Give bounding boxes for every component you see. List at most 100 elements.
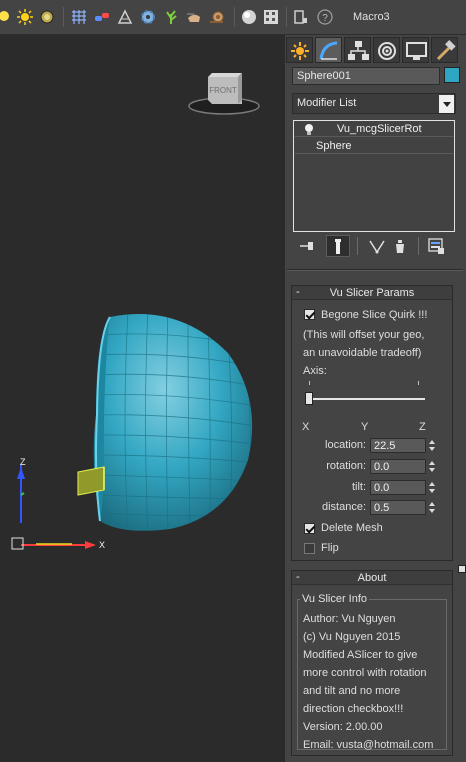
stack-item-sphere[interactable]: Sphere [295, 138, 453, 154]
main-toolbar: ? Macro3 [0, 0, 466, 35]
lightbulb-icon[interactable] [301, 122, 317, 138]
axis-slider-thumb[interactable] [305, 392, 313, 405]
modifier-list-dropdown[interactable]: Modifier List [292, 93, 456, 114]
slicer-gizmo[interactable] [77, 466, 105, 496]
location-label: location: [325, 439, 366, 451]
begone-checkbox[interactable] [304, 309, 315, 320]
link-chain-icon[interactable] [93, 8, 111, 26]
about-line: more control with rotation [303, 667, 427, 679]
create-icon [291, 42, 309, 60]
viewcube-label: FRONT [209, 86, 237, 95]
remove-modifier-icon[interactable] [391, 237, 409, 255]
about-line: Version: 2.00.00 [303, 721, 383, 733]
viewport-canvas[interactable]: FRONT Z X [0, 35, 285, 762]
show-end-result-button[interactable] [326, 235, 350, 257]
chevron-down-icon[interactable] [439, 95, 454, 113]
about-line: Modified ASlicer to give [303, 649, 418, 661]
axis-slider-track[interactable] [305, 398, 425, 400]
slider-tick [418, 381, 419, 385]
location-spinner[interactable]: 22.5 [370, 438, 426, 453]
material-sphere-icon[interactable] [38, 8, 56, 26]
button-separator [357, 237, 358, 255]
sliced-sphere[interactable] [93, 307, 262, 535]
tilt-label: tilt: [351, 481, 366, 493]
vu-slicer-params-rollout: - Vu Slicer Params Begone Slice Quirk !!… [291, 285, 453, 561]
gear-icon[interactable] [139, 8, 157, 26]
rotation-spinner[interactable]: 0.0 [370, 459, 426, 474]
rotation-spinner-arrows[interactable] [428, 459, 437, 474]
help-icon[interactable]: ? [316, 8, 334, 26]
modifier-list-label: Modifier List [297, 97, 357, 109]
axis-x-tick: X [302, 421, 310, 433]
about-line: and tilt and no more [303, 685, 401, 697]
object-color-swatch[interactable] [444, 67, 460, 83]
group-title: Vu Slicer Info [300, 593, 370, 605]
helper-bulb-icon[interactable] [0, 8, 14, 26]
rollout-title: About [357, 572, 387, 584]
delete-mesh-label: Delete Mesh [321, 522, 383, 534]
rollout-title: Vu Slicer Params [329, 287, 415, 299]
command-panel: Sphere001 Modifier List Vu_mcgSlicerRot … [285, 35, 466, 762]
render-grid-icon[interactable] [262, 8, 280, 26]
about-line: Email: vusta@hotmail.com [303, 739, 434, 751]
stack-item-slicer[interactable]: Vu_mcgSlicerRot [295, 121, 453, 137]
utilities-tab[interactable] [431, 37, 458, 63]
about-line: (c) Vu Nguyen 2015 [303, 631, 401, 643]
make-unique-icon[interactable] [368, 237, 386, 255]
snail-icon[interactable] [208, 8, 226, 26]
display-tab[interactable] [402, 37, 429, 63]
object-name-field[interactable]: Sphere001 [292, 67, 440, 85]
sun-light-icon[interactable] [16, 8, 34, 26]
rollout-header[interactable]: - Vu Slicer Params [292, 286, 452, 300]
hand-icon[interactable] [185, 8, 203, 26]
axis-x-label: X [99, 540, 105, 550]
utilities-icon [436, 40, 456, 61]
bone-icon[interactable] [116, 8, 134, 26]
about-line: direction checkbox!!! [303, 703, 404, 715]
pin-stack-icon[interactable] [298, 237, 316, 255]
flip-label: Flip [321, 542, 339, 554]
distance-spinner[interactable]: 0.5 [370, 500, 426, 515]
object-name-value: Sphere001 [297, 70, 351, 82]
display-icon [406, 42, 427, 60]
flip-checkbox[interactable] [304, 543, 315, 554]
delete-mesh-checkbox[interactable] [304, 523, 315, 534]
axis-label: Axis: [303, 365, 327, 377]
slider-tick [309, 381, 310, 385]
toolbar-separator [63, 7, 64, 27]
rotation-label: rotation: [326, 460, 366, 472]
layer-stack-icon[interactable] [292, 8, 310, 26]
perspective-viewport[interactable]: FRONT Z X [0, 35, 285, 762]
svg-text:?: ? [322, 13, 328, 24]
modifier-stack[interactable]: Vu_mcgSlicerRot Sphere [293, 120, 455, 232]
axis-z-tick: Z [419, 421, 426, 433]
tilt-spinner[interactable]: 0.0 [370, 480, 426, 495]
configure-modifier-sets-icon[interactable] [427, 237, 445, 255]
axis-y-tick: Y [361, 421, 369, 433]
offset-note-line2: an unavoidable tradeoff) [303, 347, 422, 359]
hierarchy-icon [348, 41, 369, 60]
modify-tab[interactable] [315, 37, 342, 63]
button-separator [418, 237, 419, 255]
distance-label: distance: [321, 501, 366, 513]
macro-label[interactable]: Macro3 [353, 11, 390, 23]
motion-tab[interactable] [373, 37, 400, 63]
tilt-spinner-arrows[interactable] [428, 480, 437, 495]
hatch-grid-icon[interactable] [70, 8, 88, 26]
viewcube[interactable]: FRONT [188, 73, 260, 115]
hierarchy-tab[interactable] [344, 37, 371, 63]
shaded-sphere-icon[interactable] [240, 8, 258, 26]
about-line: Author: Vu Nguyen [303, 613, 396, 625]
distance-spinner-arrows[interactable] [428, 500, 437, 515]
stack-item-slicer-label: Vu_mcgSlicerRot [337, 123, 422, 135]
rollout-header[interactable]: - About [292, 571, 452, 585]
modify-icon [319, 41, 338, 60]
offset-note-line1: (This will offset your geo, [303, 329, 425, 341]
plant-icon[interactable] [162, 8, 180, 26]
toolbar-separator [234, 7, 235, 27]
begone-label: Begone Slice Quirk !!! [321, 309, 428, 321]
location-spinner-arrows[interactable] [428, 438, 437, 453]
create-tab[interactable] [286, 37, 313, 63]
panel-scroll-handle[interactable] [458, 565, 466, 573]
stack-item-sphere-label: Sphere [316, 140, 352, 152]
